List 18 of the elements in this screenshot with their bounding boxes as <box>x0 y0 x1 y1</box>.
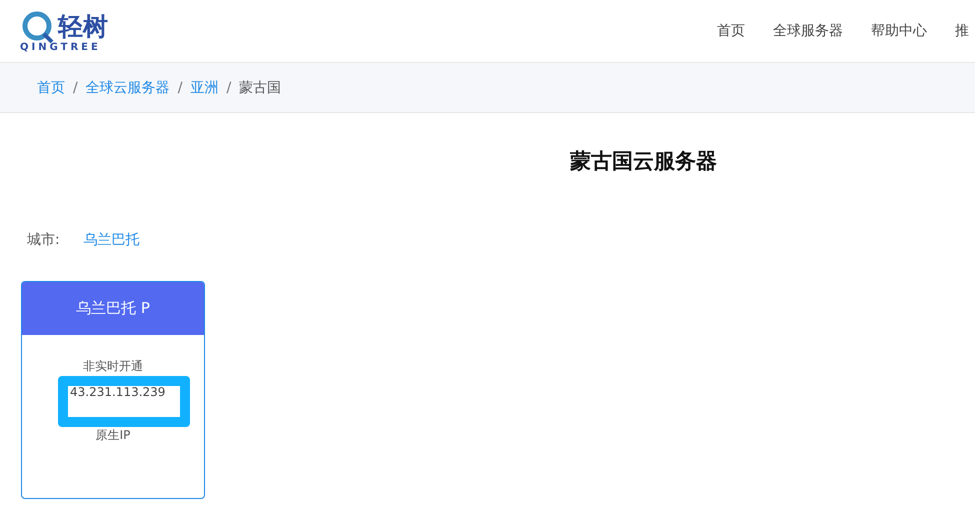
card-feature: 非实时开通 <box>83 358 143 375</box>
breadcrumb-current-page: 蒙古国 <box>239 78 282 96</box>
logo-icon <box>20 10 56 44</box>
nav-link[interactable]: 全球服务器 <box>773 22 843 40</box>
card-feature: 原生IP <box>96 427 130 444</box>
breadcrumb-separator: / <box>226 80 232 96</box>
city-link[interactable]: 乌兰巴托 <box>84 231 140 249</box>
ip-address: 43.231.113.239 <box>70 385 166 399</box>
page-title: 蒙古国云服务器 <box>570 148 718 175</box>
nav-link[interactable]: 首页 <box>717 22 745 40</box>
logo-subtitle: QINGTREE <box>20 42 102 52</box>
logo-name: 轻树 <box>58 11 108 42</box>
city-label: 城市: <box>27 231 60 249</box>
breadcrumb-separator: / <box>73 80 78 96</box>
nav-link[interactable]: 推 <box>955 22 969 40</box>
nav-link[interactable]: 帮助中心 <box>871 22 927 40</box>
card-header: 乌兰巴托 P <box>22 282 204 335</box>
breadcrumb-separator: / <box>178 80 182 96</box>
